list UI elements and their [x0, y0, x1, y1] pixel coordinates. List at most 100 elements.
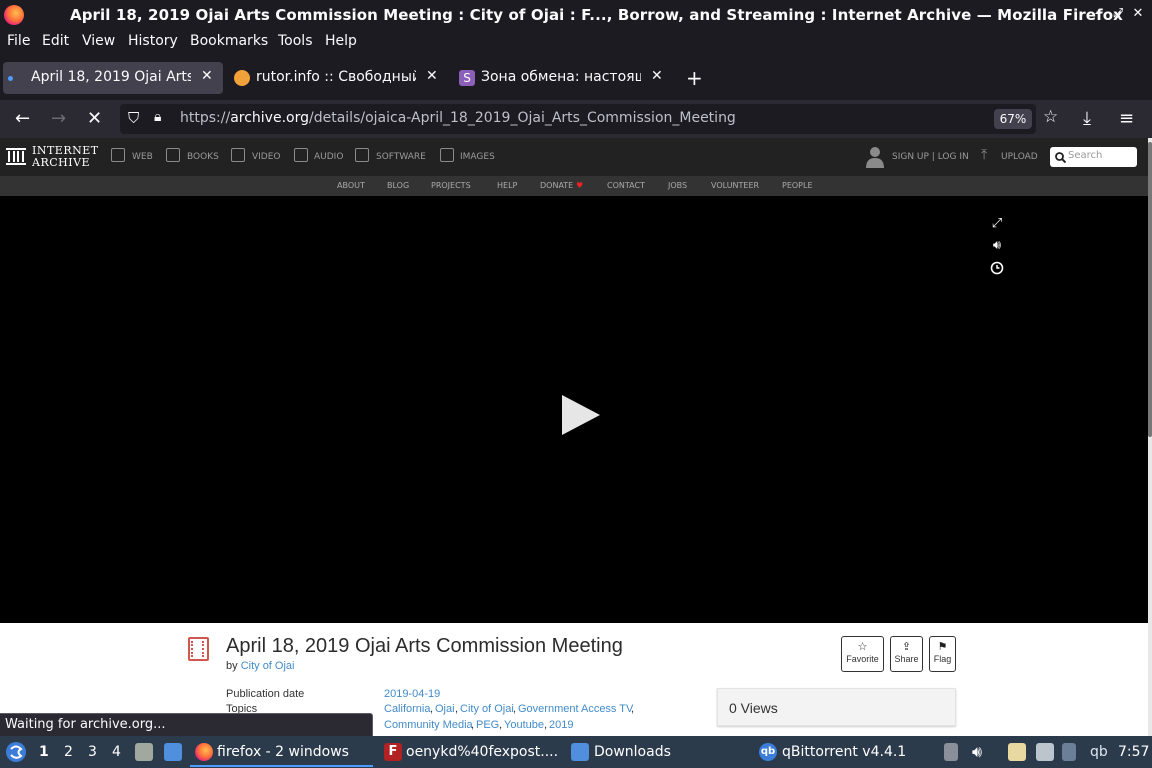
workspace-3[interactable]: 3 — [88, 744, 97, 760]
clipboard-tray-icon[interactable] — [944, 743, 958, 761]
subnav-donate[interactable]: DONATE — [540, 181, 573, 190]
clock[interactable]: 7:57 — [1118, 744, 1149, 760]
task-filezilla[interactable]: oenykd%40fexpost.... — [406, 744, 558, 760]
workspace-4[interactable]: 4 — [112, 744, 121, 760]
flag-icon: ⚑ — [937, 641, 948, 653]
menu-view[interactable]: View — [82, 33, 115, 49]
scrollbar-thumb[interactable] — [1148, 142, 1152, 437]
lock-icon[interactable]: 🔒︎ — [154, 109, 161, 125]
flag-label: Flag — [933, 654, 952, 664]
upload-link[interactable]: UPLOAD — [1001, 152, 1038, 162]
user-icon[interactable] — [866, 146, 884, 168]
item-title: April 18, 2019 Ojai Arts Commission Meet… — [226, 635, 623, 657]
tab-close-icon[interactable]: ✕ — [651, 68, 663, 84]
signup-login-link[interactable]: SIGN UP | LOG IN — [892, 152, 969, 162]
tab-zona[interactable]: S Зона обмена: настоящи ✕ — [453, 62, 673, 94]
fullscreen-icon[interactable]: ⤢ — [990, 216, 1004, 231]
desktop-icon[interactable] — [164, 743, 182, 761]
task-qbittorrent[interactable]: qBittorrent v4.4.1 — [782, 744, 906, 760]
downloads-icon[interactable]: ⤓ — [1083, 108, 1091, 129]
nav-books[interactable]: BOOKS — [187, 152, 219, 162]
tab-rutor[interactable]: rutor.info :: Свободный т ✕ — [228, 62, 448, 94]
share-button[interactable]: ⇪ Share — [890, 636, 923, 672]
menu-history[interactable]: History — [128, 33, 178, 49]
volume-icon[interactable]: 🔊︎ — [990, 238, 1004, 253]
pubdate-label: Publication date — [226, 688, 305, 700]
web-icon[interactable] — [111, 148, 125, 162]
menu-bookmarks[interactable]: Bookmarks — [190, 33, 268, 49]
topic-link[interactable]: California — [384, 703, 430, 715]
tracking-shield-icon[interactable]: ⛉ — [128, 109, 139, 127]
tab-archive[interactable]: April 18, 2019 Ojai Arts C ✕ — [3, 62, 223, 94]
topic-link[interactable]: Government Access TV — [518, 703, 633, 715]
network-tray-icon[interactable] — [1036, 743, 1054, 761]
back-arrow-icon[interactable]: ← — [15, 108, 30, 129]
topic-link[interactable]: PEG — [476, 719, 499, 731]
task-firefox[interactable]: firefox - 2 windows — [217, 744, 349, 760]
tab-close-icon[interactable]: ✕ — [426, 68, 438, 84]
books-icon[interactable] — [166, 148, 180, 162]
nav-video[interactable]: VIDEO — [252, 152, 281, 162]
maximize-button[interactable]: ⤢ — [1110, 6, 1126, 21]
url-text[interactable]: https://archive.org/details/ojaica-April… — [180, 110, 736, 126]
topic-link[interactable]: Ojai — [435, 703, 455, 715]
task-downloads[interactable]: Downloads — [594, 744, 671, 760]
close-window-button[interactable]: ✕ — [1130, 6, 1146, 21]
images-icon[interactable] — [440, 148, 454, 162]
qbittorrent-icon: qb — [759, 743, 777, 761]
software-icon[interactable] — [355, 148, 369, 162]
file-manager-icon[interactable] — [135, 743, 153, 761]
subnav-help[interactable]: HELP — [497, 181, 517, 190]
subnav-people[interactable]: PEOPLE — [782, 181, 813, 190]
tab-close-icon[interactable]: ✕ — [201, 68, 213, 84]
flag-button[interactable]: ⚑ Flag — [929, 636, 956, 672]
minimize-button[interactable]: – — [1090, 6, 1106, 21]
workspace-1[interactable]: 1 — [39, 744, 49, 760]
menu-file[interactable]: File — [7, 33, 30, 49]
nav-software[interactable]: SOFTWARE — [376, 152, 426, 162]
notification-tray-icon[interactable] — [1062, 743, 1076, 761]
subnav-projects[interactable]: PROJECTS — [431, 181, 471, 190]
video-icon[interactable] — [231, 148, 245, 162]
audio-icon[interactable] — [294, 148, 308, 162]
workspace-2[interactable]: 2 — [64, 744, 73, 760]
menu-help[interactable]: Help — [325, 33, 357, 49]
topic-link[interactable]: Youtube — [504, 719, 544, 731]
hamburger-menu-icon[interactable]: ≡ — [1119, 108, 1134, 129]
notes-tray-icon[interactable] — [1008, 743, 1026, 761]
topic-link[interactable]: Community Media — [384, 719, 473, 731]
subnav-blog[interactable]: BLOG — [387, 181, 409, 190]
subnav-about[interactable]: ABOUT — [337, 181, 365, 190]
topic-link[interactable]: 2019 — [549, 719, 573, 731]
subnav-volunteer[interactable]: VOLUNTEER — [711, 181, 759, 190]
bookmark-star-icon[interactable]: ☆ — [1043, 107, 1058, 127]
nav-web[interactable]: WEB — [132, 152, 153, 162]
tab-label: April 18, 2019 Ojai Arts C — [31, 69, 191, 85]
zoom-indicator[interactable]: 67% — [994, 109, 1032, 129]
volume-tray-icon[interactable]: 🔊︎ — [972, 742, 982, 762]
ia-search-input[interactable]: Search — [1050, 147, 1137, 167]
topic-link[interactable]: City of Ojai — [460, 703, 514, 715]
video-player[interactable]: ⤢ 🔊︎ — [0, 196, 1148, 623]
forward-arrow-icon[interactable]: → — [51, 108, 66, 129]
subnav-jobs[interactable]: JOBS — [668, 181, 687, 190]
page-scrollbar[interactable] — [1148, 138, 1152, 736]
subnav-contact[interactable]: CONTACT — [607, 181, 645, 190]
creator-link[interactable]: City of Ojai — [241, 660, 295, 672]
clock-icon[interactable] — [990, 261, 1004, 275]
play-icon[interactable] — [562, 395, 600, 435]
menu-edit[interactable]: Edit — [42, 33, 69, 49]
logo-text-line2: ARCHIVE — [32, 156, 91, 169]
upload-icon[interactable]: ⤒ — [981, 147, 987, 163]
url-bar[interactable]: ⛉ 🔒︎ https://archive.org/details/ojaica-… — [120, 104, 1058, 134]
menu-tools[interactable]: Tools — [278, 33, 313, 49]
nav-images[interactable]: IMAGES — [460, 152, 495, 162]
favorite-button[interactable]: ☆ Favorite — [841, 636, 884, 672]
stop-loading-icon[interactable]: ✕ — [87, 108, 102, 129]
pubdate-value[interactable]: 2019-04-19 — [384, 688, 440, 700]
qb-tray-icon[interactable]: qb — [1090, 744, 1108, 760]
active-task-indicator — [190, 765, 373, 767]
new-tab-button[interactable]: + — [686, 66, 703, 90]
start-menu-icon[interactable] — [5, 741, 27, 763]
nav-audio[interactable]: AUDIO — [314, 152, 343, 162]
